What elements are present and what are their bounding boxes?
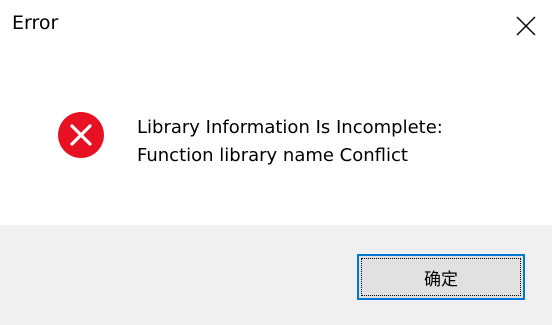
error-message: Library Information Is Incomplete: Funct… <box>137 114 443 170</box>
error-dialog: Error Library Information Is Incomplete:… <box>0 0 552 325</box>
ok-button-label: 确定 <box>361 258 521 296</box>
message-line-1: Library Information Is Incomplete: <box>137 117 443 138</box>
dialog-footer: 确定 <box>0 225 552 325</box>
ok-button[interactable]: 确定 <box>357 254 525 300</box>
title-bar: Error <box>0 0 552 52</box>
close-button[interactable] <box>500 0 552 52</box>
dialog-body: Library Information Is Incomplete: Funct… <box>0 52 552 225</box>
close-icon <box>516 16 536 36</box>
message-line-2: Function library name Conflict <box>137 145 408 166</box>
dialog-title: Error <box>12 12 59 34</box>
error-icon <box>57 111 105 159</box>
